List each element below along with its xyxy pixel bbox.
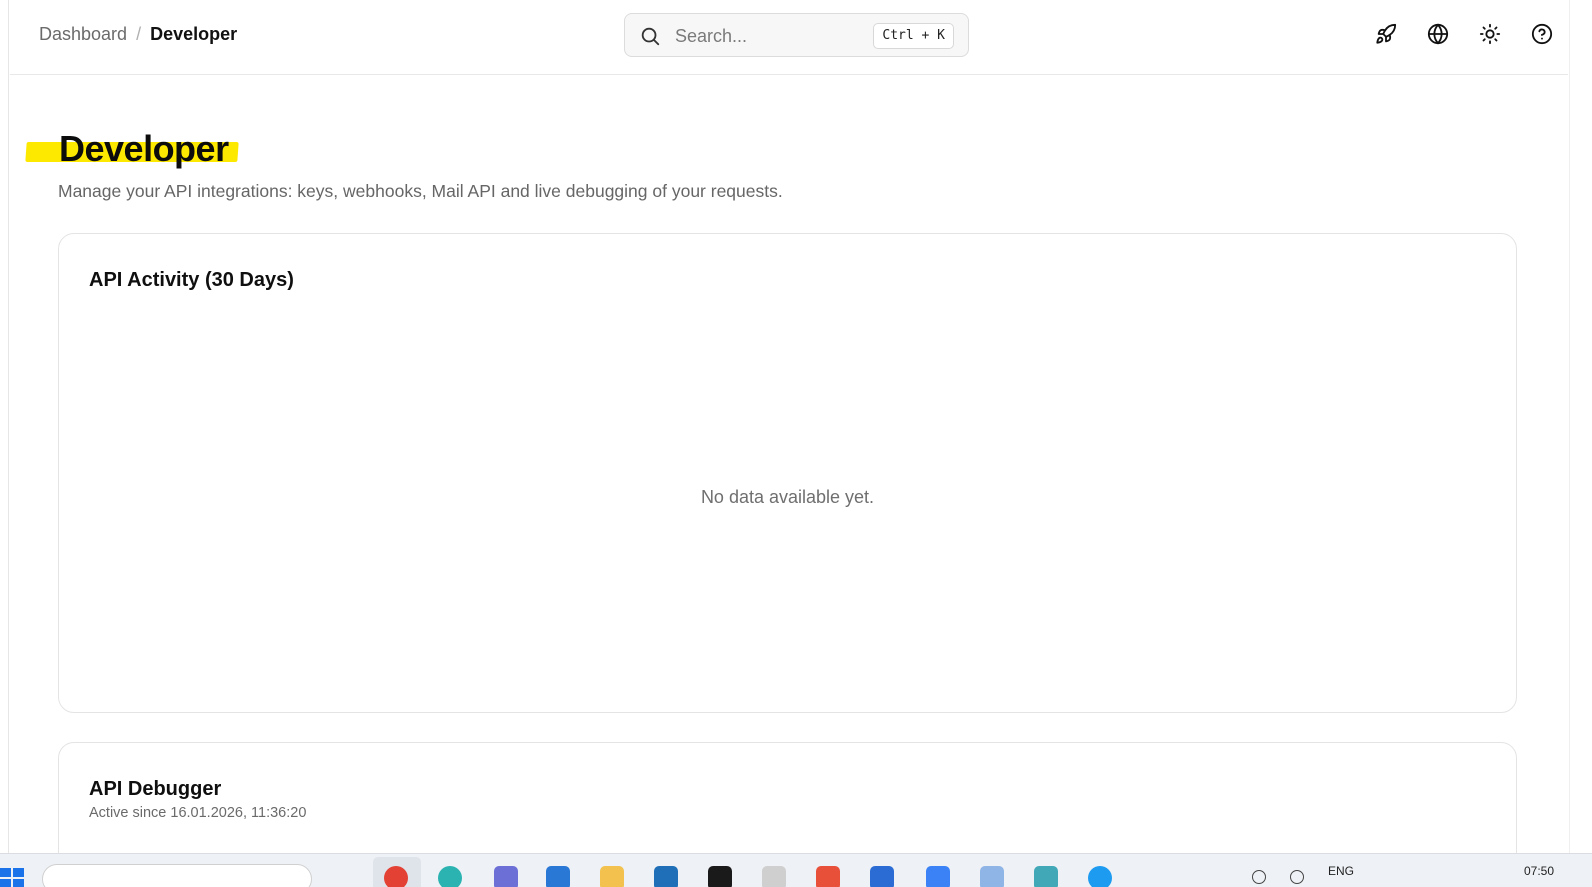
page-subtitle: Manage your API integrations: keys, webh…: [58, 181, 783, 201]
sidebar-edge: [0, 0, 9, 866]
search-shortcut-badge: Ctrl + K: [873, 23, 954, 49]
api-activity-empty-message: No data available yet.: [700, 487, 875, 507]
breadcrumb-separator: /: [136, 24, 142, 44]
api-activity-title: API Activity (30 Days): [89, 269, 294, 291]
scrollbar[interactable]: [1568, 0, 1592, 866]
header-actions: [1374, 22, 1554, 46]
taskbar-app-icon[interactable]: [1034, 866, 1058, 887]
taskbar-app-icon[interactable]: [708, 866, 732, 887]
taskbar-clock[interactable]: 07:50: [1524, 864, 1554, 878]
taskbar-app-icon[interactable]: [762, 866, 786, 887]
api-debugger-title: API Debugger: [89, 778, 222, 800]
taskbar-app-icon[interactable]: [816, 866, 840, 887]
page-title: Developer: [59, 128, 229, 169]
taskbar-app-icon[interactable]: [438, 866, 462, 887]
search-placeholder[interactable]: Search...: [675, 26, 747, 47]
tray-icon[interactable]: [1252, 870, 1266, 884]
globe-icon[interactable]: [1426, 22, 1450, 46]
scrollbar-track: [1569, 0, 1570, 866]
api-debugger-status: Active since 16.01.2026, 11:36:20: [89, 805, 307, 821]
search-box[interactable]: Search... Ctrl + K: [624, 13, 969, 57]
tray-icon[interactable]: [1290, 870, 1304, 884]
search-icon: [639, 25, 661, 47]
taskbar-app-icon[interactable]: [494, 866, 518, 887]
taskbar-app-icon[interactable]: [1088, 866, 1112, 887]
taskbar-language[interactable]: ENG: [1328, 864, 1354, 878]
taskbar-app-icon[interactable]: [600, 866, 624, 887]
taskbar-app-icon[interactable]: [926, 866, 950, 887]
app-window: Dashboard / Developer Search... Ctrl + K: [0, 0, 1592, 887]
windows-start-icon[interactable]: [0, 868, 24, 887]
breadcrumb-dashboard-link[interactable]: Dashboard: [39, 24, 127, 45]
taskbar-app-icon[interactable]: [384, 866, 408, 887]
breadcrumb: Dashboard / Developer: [39, 24, 237, 45]
taskbar-app-icon[interactable]: [654, 866, 678, 887]
taskbar-app-icon[interactable]: [980, 866, 1004, 887]
rocket-icon[interactable]: [1374, 22, 1398, 46]
page-title-wrap: Developer: [25, 128, 239, 172]
breadcrumb-current: Developer: [150, 24, 238, 44]
api-activity-card: API Activity (30 Days) No data available…: [58, 233, 1517, 713]
taskbar-app-icon[interactable]: [870, 866, 894, 887]
top-header: Dashboard / Developer Search... Ctrl + K: [10, 0, 1568, 75]
os-taskbar: ENG 07:50: [0, 853, 1592, 887]
help-icon[interactable]: [1530, 22, 1554, 46]
taskbar-app-icon[interactable]: [546, 866, 570, 887]
sun-icon[interactable]: [1478, 22, 1502, 46]
taskbar-search[interactable]: [42, 864, 312, 887]
